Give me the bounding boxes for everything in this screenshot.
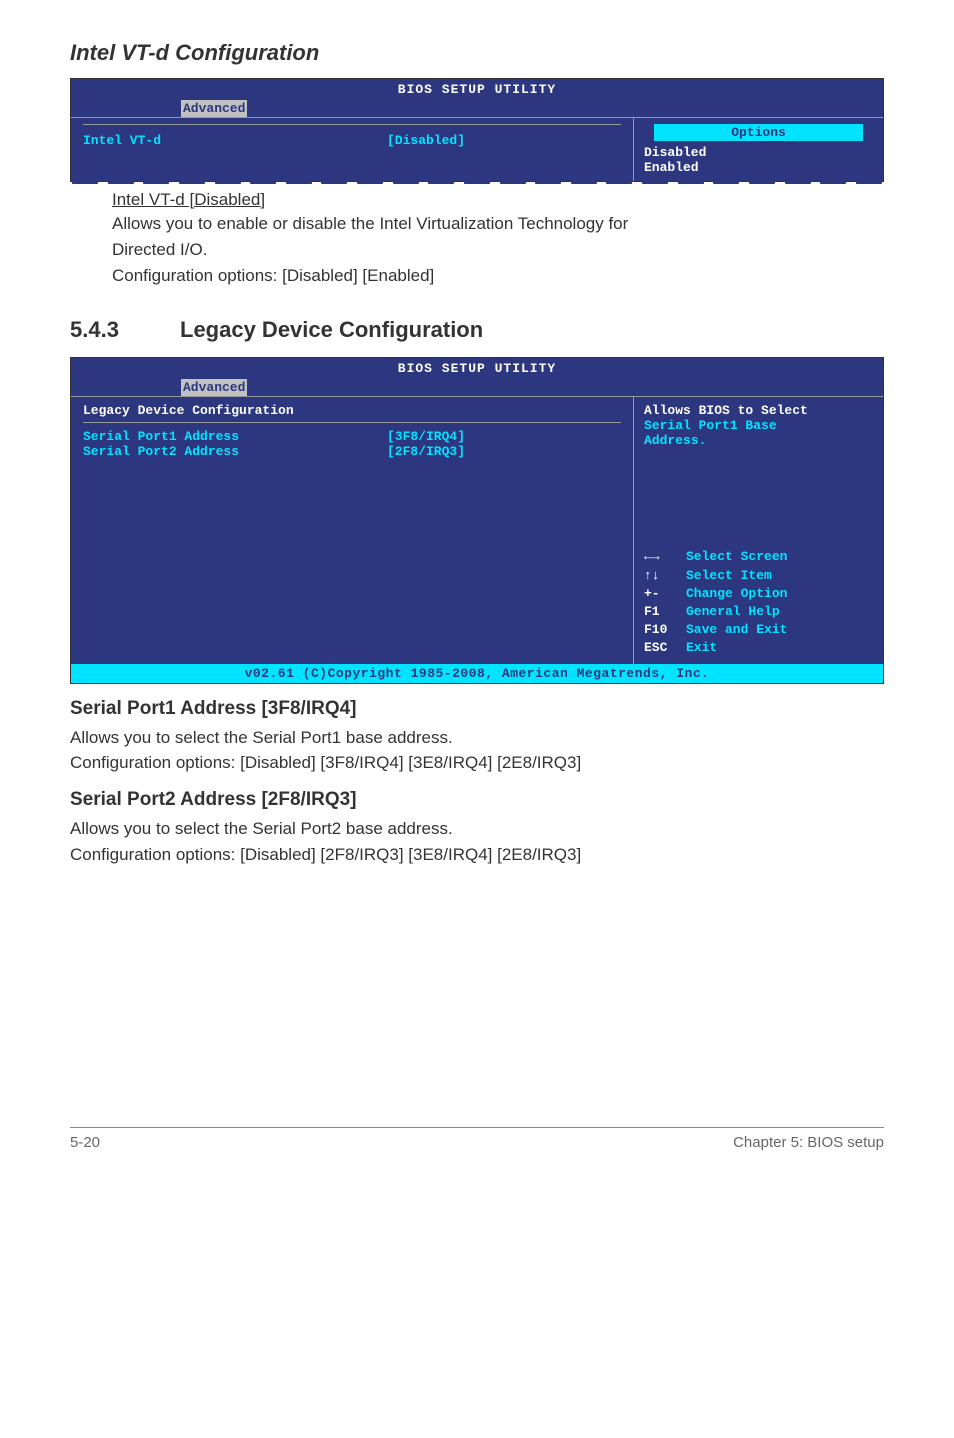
options-heading: Options	[654, 124, 863, 141]
key-help-text: Change Option	[686, 586, 787, 601]
bios-setting-label: Intel VT-d	[83, 133, 363, 148]
bios-right-panel: Options Disabled Enabled	[633, 118, 883, 181]
help-text: Address.	[644, 433, 873, 448]
f10-key: F10	[644, 621, 686, 639]
desc-text: Configuration options: [Disabled] [3F8/I…	[70, 751, 884, 775]
torn-edge	[70, 181, 884, 184]
desc-text: Allows you to select the Serial Port1 ba…	[70, 726, 884, 750]
bios-tab-advanced[interactable]: Advanced	[181, 100, 247, 117]
f1-key: F1	[644, 603, 686, 621]
subitem-title: Intel VT-d [Disabled]	[112, 190, 884, 210]
bios-footer: v02.61 (C)Copyright 1985-2008, American …	[71, 664, 883, 683]
key-help-text: General Help	[686, 604, 780, 619]
bios-tab-advanced[interactable]: Advanced	[181, 379, 247, 396]
bios-setting-row[interactable]: Serial Port1 Address [3F8/IRQ4]	[83, 429, 621, 444]
page-footer: 5-20 Chapter 5: BIOS setup	[70, 1127, 884, 1151]
desc-text: Allows you to select the Serial Port2 ba…	[70, 817, 884, 841]
bios-setting-value: [3F8/IRQ4]	[387, 429, 465, 444]
key-help-text: Select Screen	[686, 549, 787, 564]
subsection-heading: Serial Port1 Address [3F8/IRQ4]	[70, 698, 884, 720]
bios-right-panel: Allows BIOS to Select Serial Port1 Base …	[633, 397, 883, 663]
bios-left-panel: Legacy Device Configuration Serial Port1…	[71, 397, 633, 663]
bios-tab-row: Advanced	[71, 100, 883, 117]
option-disabled[interactable]: Disabled	[644, 145, 873, 160]
bios-setting-row[interactable]: Intel VT-d [Disabled]	[83, 133, 621, 148]
bios-key-help: ←→Select Screen ↑↓Select Item +-Change O…	[644, 548, 873, 657]
plusminus-icon: +-	[644, 585, 686, 603]
bios-setting-label: Serial Port1 Address	[83, 429, 363, 444]
bios-tab-row: Advanced	[71, 379, 883, 396]
key-help-text: Select Item	[686, 568, 772, 583]
section-heading-vtd: Intel VT-d Configuration	[70, 40, 884, 66]
arrow-lr-icon: ←→	[644, 548, 686, 566]
chapter-label: Chapter 5: BIOS setup	[733, 1134, 884, 1151]
section-title: Legacy Device Configuration	[180, 317, 483, 342]
esc-key: ESC	[644, 639, 686, 657]
desc-text: Configuration options: [Disabled] [Enabl…	[112, 264, 884, 288]
desc-text: Allows you to enable or disable the Inte…	[112, 212, 884, 236]
option-enabled[interactable]: Enabled	[644, 160, 873, 175]
bios-left-panel: Intel VT-d [Disabled]	[71, 118, 633, 181]
bios-panel-legacy: BIOS SETUP UTILITY Advanced Legacy Devic…	[70, 357, 884, 683]
page-number: 5-20	[70, 1134, 100, 1151]
bios-setting-label: Serial Port2 Address	[83, 444, 363, 459]
bios-title: BIOS SETUP UTILITY	[71, 79, 883, 100]
help-text: Serial Port1 Base	[644, 418, 873, 433]
panel-subtitle: Legacy Device Configuration	[83, 403, 621, 423]
key-help-text: Exit	[686, 640, 717, 655]
desc-text: Configuration options: [Disabled] [2F8/I…	[70, 843, 884, 867]
bios-setting-row[interactable]: Serial Port2 Address [2F8/IRQ3]	[83, 444, 621, 459]
bios-title: BIOS SETUP UTILITY	[71, 358, 883, 379]
section-heading-legacy: 5.4.3Legacy Device Configuration	[70, 317, 884, 343]
bios-panel-vtd: BIOS SETUP UTILITY Advanced Intel VT-d […	[70, 78, 884, 182]
section-number: 5.4.3	[70, 317, 180, 343]
key-help-text: Save and Exit	[686, 622, 787, 637]
help-text: Allows BIOS to Select	[644, 403, 873, 418]
bios-setting-value: [2F8/IRQ3]	[387, 444, 465, 459]
subsection-heading: Serial Port2 Address [2F8/IRQ3]	[70, 789, 884, 811]
bios-setting-value: [Disabled]	[387, 133, 465, 148]
arrow-ud-icon: ↑↓	[644, 567, 686, 585]
desc-text: Directed I/O.	[112, 238, 884, 262]
